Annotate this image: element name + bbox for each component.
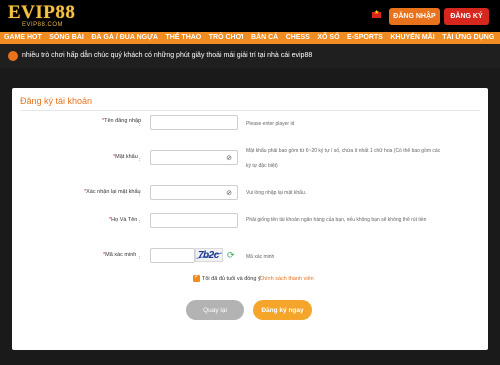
captcha-label: *Mã xác minh bbox=[103, 252, 137, 258]
nav-item-esports[interactable]: E-SPORTS bbox=[347, 32, 383, 44]
speaker-icon bbox=[8, 51, 18, 61]
password-label: *Mật khẩu bbox=[113, 154, 138, 160]
captcha-hint: Mã xác minh bbox=[246, 254, 275, 260]
nav-item-promotions[interactable]: KHUYẾN MÃI bbox=[390, 32, 434, 44]
back-button[interactable]: Quay lại bbox=[186, 300, 244, 320]
password-colon: : bbox=[139, 157, 141, 163]
fullname-hint: Phải giống tên tài khoản ngân hàng của b… bbox=[246, 217, 427, 223]
username-colon: : bbox=[139, 122, 141, 128]
agree-checkbox[interactable] bbox=[193, 273, 200, 282]
nav-item-sports[interactable]: THỂ THAO bbox=[165, 32, 201, 44]
eye-off-icon[interactable]: ⊘ bbox=[226, 189, 232, 197]
confirm-password-hint: Vui lòng nhập lại mật khẩu. bbox=[246, 190, 307, 196]
fullname-label: *Họ Và Tên bbox=[109, 217, 138, 223]
captcha-input[interactable] bbox=[150, 248, 195, 263]
main-nav: GAME HOT SÒNG BÀI ĐÁ GÀ / ĐUA NGỰA THỂ T… bbox=[0, 32, 500, 44]
nav-item-casino[interactable]: SÒNG BÀI bbox=[49, 32, 84, 44]
password-input[interactable]: ⊘ bbox=[150, 150, 238, 165]
logo-subtext: EVIP88.COM bbox=[22, 22, 64, 28]
membership-policy-link[interactable]: Chính sách thành viên bbox=[259, 276, 314, 282]
register-now-button[interactable]: Đăng ký ngay bbox=[253, 300, 312, 320]
agree-text: Tôi đã đủ tuổi và đồng ý bbox=[202, 276, 261, 282]
nav-item-chess[interactable]: CHESS bbox=[286, 32, 310, 44]
announcement-text: nhiều trò chơi hấp dẫn chúc quý khách có… bbox=[22, 52, 313, 59]
form-divider bbox=[20, 110, 480, 111]
nav-item-download-app[interactable]: TẢI ỨNG DỤNG bbox=[442, 32, 494, 44]
form-title: Đăng ký tài khoản bbox=[20, 96, 93, 106]
captcha-image: 7b2c bbox=[195, 248, 223, 262]
captcha-colon: : bbox=[139, 255, 141, 261]
refresh-icon[interactable]: ⟳ bbox=[227, 250, 235, 261]
password-hint-line2: ký tự đặc biệt) bbox=[246, 163, 278, 169]
username-label: *Tên đăng nhập bbox=[102, 118, 142, 124]
vietnam-flag-icon[interactable] bbox=[372, 9, 381, 18]
login-button[interactable]: ĐĂNG NHẬP bbox=[389, 8, 440, 25]
site-logo[interactable]: EVIP88 EVIP88.COM bbox=[8, 2, 76, 29]
nav-item-game-hot[interactable]: GAME HOT bbox=[4, 32, 42, 44]
nav-item-cockfight-racing[interactable]: ĐÁ GÀ / ĐUA NGỰA bbox=[91, 32, 158, 44]
nav-item-games[interactable]: TRÒ CHƠI bbox=[209, 32, 244, 44]
password-hint-line1: Mật khẩu phải bao gồm từ 6~20 ký tự / số… bbox=[246, 148, 441, 154]
register-button[interactable]: ĐĂNG KÝ bbox=[444, 8, 489, 25]
fullname-input[interactable] bbox=[150, 213, 238, 228]
fullname-colon: : bbox=[139, 219, 141, 225]
username-hint: Please enter player id bbox=[246, 121, 295, 127]
password-hint: Mật khẩu phải bao gồm từ 6~20 ký tự / số… bbox=[246, 147, 440, 170]
nav-item-fishing[interactable]: BẮN CÁ bbox=[251, 32, 278, 44]
logo-text: EVIP88 bbox=[8, 2, 76, 23]
confirm-password-colon: : bbox=[139, 192, 141, 198]
confirm-password-input[interactable]: ⊘ bbox=[150, 185, 238, 200]
username-input[interactable] bbox=[150, 115, 238, 130]
eye-off-icon[interactable]: ⊘ bbox=[226, 154, 232, 162]
nav-item-lottery[interactable]: XỔ SỐ bbox=[317, 32, 339, 44]
confirm-password-label: *Xác nhận lại mật khẩu bbox=[84, 189, 141, 195]
